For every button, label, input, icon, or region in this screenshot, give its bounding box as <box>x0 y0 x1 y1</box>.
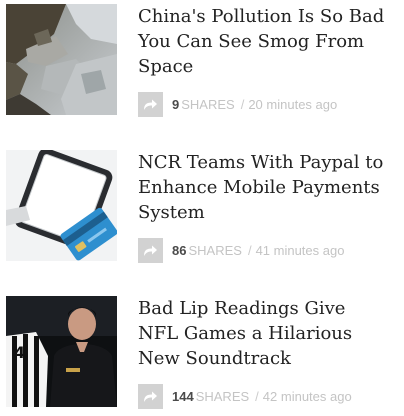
shares-label: SHARES <box>188 242 242 258</box>
meta-separator: / <box>240 96 245 112</box>
article-meta: 9 SHARES / 20 minutes ago <box>138 91 400 117</box>
share-arrow-icon <box>144 245 157 256</box>
share-count: 86 <box>172 242 187 258</box>
title-line: Enhance Mobile Payments <box>138 177 380 198</box>
meta-separator: / <box>255 388 259 404</box>
timestamp: 20 minutes ago <box>248 96 338 112</box>
timestamp: 41 minutes ago <box>255 242 345 258</box>
title-line: Bad Lip Readings Give <box>138 298 346 319</box>
share-count: 144 <box>172 388 194 404</box>
shares-label: SHARES <box>181 96 235 112</box>
article-item: 4 Bad Lip Readings Give NFL Games a Hila… <box>0 296 404 416</box>
title-line: NFL Games a Hilarious <box>138 323 353 344</box>
title-line: China's Pollution Is So Bad <box>138 6 385 27</box>
satellite-smog-image <box>6 4 117 115</box>
article-feed: China's Pollution Is So Bad You Can See … <box>0 0 404 409</box>
title-line: New Soundtrack <box>138 348 291 369</box>
title-line: Space <box>138 56 194 77</box>
timestamp: 42 minutes ago <box>262 388 352 404</box>
article-item: China's Pollution Is So Bad You Can See … <box>0 4 404 124</box>
title-line: System <box>138 202 205 223</box>
share-arrow-icon <box>144 391 157 402</box>
article-thumbnail[interactable] <box>6 4 117 115</box>
title-line: You Can See Smog From <box>138 31 365 52</box>
article-meta: 144 SHARES / 42 minutes ago <box>138 383 400 409</box>
article-title[interactable]: Bad Lip Readings Give NFL Games a Hilari… <box>138 296 400 371</box>
article-meta: 86 SHARES / 41 minutes ago <box>138 237 400 263</box>
article-thumbnail[interactable] <box>6 150 117 261</box>
shares-label: SHARES <box>195 388 250 404</box>
article-title[interactable]: China's Pollution Is So Bad You Can See … <box>138 4 400 79</box>
article-title[interactable]: NCR Teams With Paypal to Enhance Mobile … <box>138 150 400 225</box>
article-item: NCR Teams With Paypal to Enhance Mobile … <box>0 150 404 270</box>
article-thumbnail[interactable]: 4 <box>6 296 117 407</box>
share-arrow-icon <box>144 99 157 110</box>
meta-separator: / <box>247 242 252 258</box>
title-line: NCR Teams With Paypal to <box>138 152 384 173</box>
svg-text:4: 4 <box>14 343 25 362</box>
share-button[interactable] <box>138 91 163 117</box>
share-button[interactable] <box>138 383 163 409</box>
share-count: 9 <box>172 96 180 112</box>
phone-card-image <box>6 150 117 261</box>
share-button[interactable] <box>138 237 163 263</box>
nfl-referee-coach-image: 4 <box>6 296 117 407</box>
